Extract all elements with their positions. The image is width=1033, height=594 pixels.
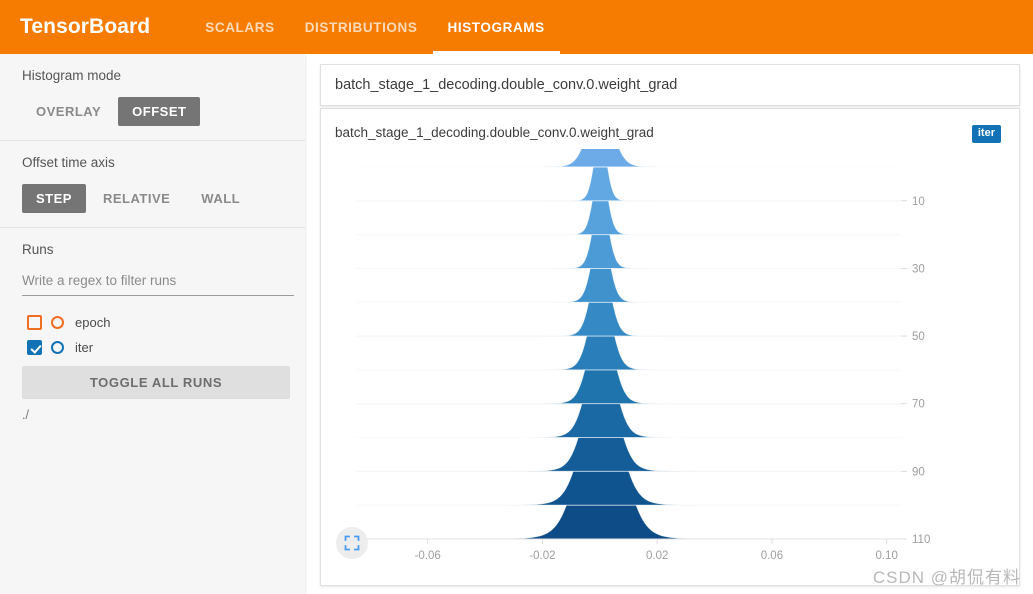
runs-section: Runs epoch iter TOGGLE ALL RUNS ./ (0, 228, 305, 436)
x-tick-label: -0.02 (529, 550, 555, 562)
watermark-text: CSDN @胡侃有料 (872, 568, 1021, 587)
offset-time-axis-section: Offset time axis STEP RELATIVE WALL (0, 141, 305, 228)
fullscreen-icon (344, 535, 360, 551)
tab-distributions[interactable]: DISTRIBUTIONS (290, 0, 433, 54)
ridgeline-plot[interactable]: -0.06 -0.02 0.02 0.06 0.10 10 30 50 70 90 110 (321, 149, 1019, 585)
offset-time-axis-label: Offset time axis (22, 155, 115, 170)
y-tick-label: 90 (912, 466, 925, 478)
histogram-group-card: batch_stage_1_decoding.double_conv.0.wei… (320, 64, 1020, 106)
y-tick-label: 110 (912, 534, 930, 546)
tab-scalars[interactable]: SCALARS (190, 0, 289, 54)
tensorboard-logo: TensorBoard (20, 15, 151, 38)
toggle-all-runs-button[interactable]: TOGGLE ALL RUNS (22, 366, 290, 399)
ridge-step-60 (356, 247, 901, 337)
run-color-dot-epoch (51, 316, 64, 329)
histogram-group-title: batch_stage_1_decoding.double_conv.0.wei… (335, 77, 678, 93)
mode-offset-button[interactable]: OFFSET (118, 97, 201, 126)
ridge-step-50 (356, 276, 901, 371)
ridge-step-100 (356, 149, 901, 202)
axis-step-button[interactable]: STEP (22, 184, 86, 213)
run-checkbox-iter[interactable] (27, 340, 42, 355)
runs-label: Runs (22, 242, 54, 257)
run-item-iter[interactable]: iter (22, 335, 289, 360)
offset-time-axis-buttons: STEP RELATIVE WALL (22, 184, 289, 213)
run-item-epoch[interactable]: epoch (22, 310, 289, 335)
axis-wall-button[interactable]: WALL (187, 184, 254, 213)
histogram-mode-section: Histogram mode OVERLAY OFFSET (0, 54, 305, 141)
chart-header: batch_stage_1_decoding.double_conv.0.wei… (321, 109, 1019, 143)
x-tick-label: 0.06 (761, 550, 783, 562)
page-body: Histogram mode OVERLAY OFFSET Offset tim… (0, 54, 1033, 594)
ridge-areas (356, 149, 901, 540)
histogram-mode-buttons: OVERLAY OFFSET (22, 97, 289, 126)
histogram-mode-label: Histogram mode (22, 68, 122, 83)
axis-relative-button[interactable]: RELATIVE (89, 184, 184, 213)
chart-title: batch_stage_1_decoding.double_conv.0.wei… (335, 125, 654, 140)
run-badge-iter: iter (971, 125, 1001, 143)
run-checkbox-epoch[interactable] (27, 315, 42, 330)
y-axis: 10 30 50 70 90 110 (901, 196, 930, 546)
ridge-step-30 (356, 326, 901, 438)
x-tick-label: 0.10 (875, 550, 897, 562)
x-axis: -0.06 -0.02 0.02 0.06 0.10 (356, 538, 901, 562)
run-label-epoch: epoch (75, 315, 111, 330)
ridge-step-40 (356, 302, 901, 405)
logdir-text: ./ (22, 408, 29, 422)
histogram-chart-card: batch_stage_1_decoding.double_conv.0.wei… (320, 108, 1020, 586)
main-nav-tabs: SCALARS DISTRIBUTIONS HISTOGRAMS (190, 0, 561, 54)
ridge-step-90 (356, 158, 901, 236)
y-tick-label: 30 (912, 263, 925, 275)
left-sidebar: Histogram mode OVERLAY OFFSET Offset tim… (0, 54, 305, 594)
main-content: batch_stage_1_decoding.double_conv.0.wei… (305, 54, 1033, 594)
x-tick-label: 0.02 (646, 550, 668, 562)
fullscreen-button[interactable] (336, 527, 368, 559)
y-tick-label: 70 (912, 399, 925, 411)
ridgeline-svg: -0.06 -0.02 0.02 0.06 0.10 10 30 50 70 90 110 (356, 149, 930, 562)
runs-filter-input[interactable] (22, 271, 294, 296)
x-tick-label: -0.06 (415, 550, 441, 562)
ridge-step-110 (356, 149, 901, 168)
tab-histograms[interactable]: HISTOGRAMS (432, 0, 561, 54)
run-label-iter: iter (75, 340, 94, 355)
run-color-dot-iter (51, 341, 64, 354)
y-tick-label: 10 (912, 196, 925, 208)
ridge-step-70 (356, 218, 901, 303)
mode-overlay-button[interactable]: OVERLAY (22, 97, 115, 126)
app-header: TensorBoard SCALARS DISTRIBUTIONS HISTOG… (0, 0, 1033, 54)
y-tick-label: 50 (912, 331, 925, 343)
runs-list: epoch iter (22, 310, 289, 360)
